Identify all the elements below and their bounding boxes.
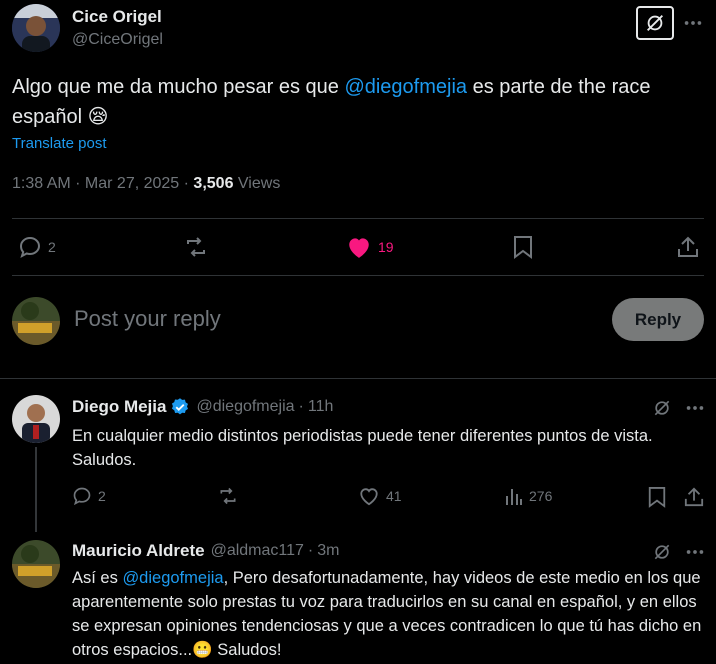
bookmark-action[interactable] bbox=[512, 235, 534, 259]
grok-icon[interactable] bbox=[652, 398, 672, 418]
divider bbox=[12, 275, 704, 276]
reply-author-handle[interactable]: @aldmac117 bbox=[211, 542, 304, 560]
my-avatar[interactable] bbox=[12, 297, 60, 345]
author-handle[interactable]: @CiceOrigel bbox=[72, 31, 163, 49]
separator: · bbox=[298, 398, 304, 415]
reply-time[interactable]: 3m bbox=[317, 542, 339, 560]
reply-avatar[interactable] bbox=[12, 540, 60, 588]
heart-icon bbox=[360, 488, 378, 506]
mention-link[interactable]: @diegofmejia bbox=[122, 569, 223, 587]
reply-icon bbox=[19, 236, 41, 259]
reply-header: Diego Mejia @diegofmejia · 11h bbox=[72, 397, 333, 417]
heart-filled-icon bbox=[349, 238, 369, 258]
separator: · bbox=[307, 542, 314, 559]
reply-text: En cualquier medio distintos periodistas… bbox=[72, 427, 653, 469]
reply-count: 2 bbox=[48, 239, 56, 255]
reply-time[interactable]: 11h bbox=[308, 398, 334, 416]
like-count: 41 bbox=[386, 488, 402, 504]
reply-count: 2 bbox=[98, 488, 106, 504]
bookmark-icon bbox=[514, 236, 532, 259]
post-time[interactable]: 1:38 AM bbox=[12, 175, 71, 192]
divider bbox=[12, 218, 704, 219]
reply-header: Mauricio Aldrete @aldmac117 · 3m bbox=[72, 541, 339, 561]
views-count: 276 bbox=[529, 488, 553, 504]
repost-icon bbox=[187, 237, 205, 257]
more-options-icon[interactable] bbox=[684, 541, 706, 563]
post-text-start: Algo que me da mucho pesar es que bbox=[12, 76, 345, 98]
reply-author-name[interactable]: Diego Mejia bbox=[72, 397, 166, 417]
reply-text-end: Saludos! bbox=[212, 641, 282, 659]
reply-avatar[interactable] bbox=[12, 395, 60, 443]
reply-author-handle[interactable]: @diegofmejia bbox=[196, 398, 294, 416]
share-icon bbox=[684, 487, 704, 507]
share-action[interactable] bbox=[677, 235, 699, 259]
author-name[interactable]: Cice Origel bbox=[72, 7, 162, 27]
reply-action[interactable]: 2 bbox=[18, 235, 56, 259]
like-action[interactable]: 19 bbox=[346, 235, 394, 259]
grok-icon[interactable] bbox=[652, 542, 672, 562]
post-meta: 1:38 AM · Mar 27, 2025 · 3,506 Views bbox=[12, 175, 281, 192]
repost-action[interactable] bbox=[218, 486, 238, 506]
more-options-icon[interactable] bbox=[682, 12, 704, 34]
reply-text-start: Así es bbox=[72, 569, 123, 587]
like-action[interactable]: 41 bbox=[358, 486, 402, 506]
share-action[interactable] bbox=[684, 486, 704, 508]
reply-submit-button[interactable]: Reply bbox=[612, 298, 704, 341]
repost-action[interactable] bbox=[184, 235, 208, 259]
verified-badge-icon bbox=[172, 398, 189, 415]
divider bbox=[0, 378, 716, 379]
analytics-icon bbox=[506, 489, 522, 505]
bookmark-action[interactable] bbox=[647, 486, 667, 508]
views-label: Views bbox=[237, 175, 281, 192]
bookmark-icon bbox=[648, 487, 666, 508]
reply-text: Así es @diegofmejia, Pero desafortunadam… bbox=[72, 566, 702, 662]
share-icon bbox=[678, 236, 698, 257]
views-action[interactable]: 276 bbox=[505, 486, 552, 506]
reply-icon bbox=[73, 487, 91, 506]
grok-button[interactable] bbox=[636, 6, 674, 40]
grok-icon bbox=[647, 15, 663, 31]
reply-input[interactable]: Post your reply bbox=[74, 306, 221, 332]
author-avatar[interactable] bbox=[12, 4, 60, 52]
post-date[interactable]: Mar 27, 2025 bbox=[85, 175, 179, 192]
reply-action[interactable]: 2 bbox=[72, 486, 106, 506]
repost-icon bbox=[220, 487, 236, 505]
sad-emoji: 😪 bbox=[87, 106, 109, 128]
thread-line bbox=[35, 447, 37, 532]
post-text: Algo que me da mucho pesar es que @diego… bbox=[12, 72, 702, 132]
mention-link[interactable]: @diegofmejia bbox=[344, 76, 467, 98]
grimace-emoji: 😬 bbox=[192, 641, 213, 659]
more-options-icon[interactable] bbox=[684, 397, 706, 419]
views-count: 3,506 bbox=[193, 175, 234, 192]
translate-link[interactable]: Translate post bbox=[12, 135, 107, 152]
like-count: 19 bbox=[378, 239, 394, 255]
reply-author-name[interactable]: Mauricio Aldrete bbox=[72, 541, 205, 561]
